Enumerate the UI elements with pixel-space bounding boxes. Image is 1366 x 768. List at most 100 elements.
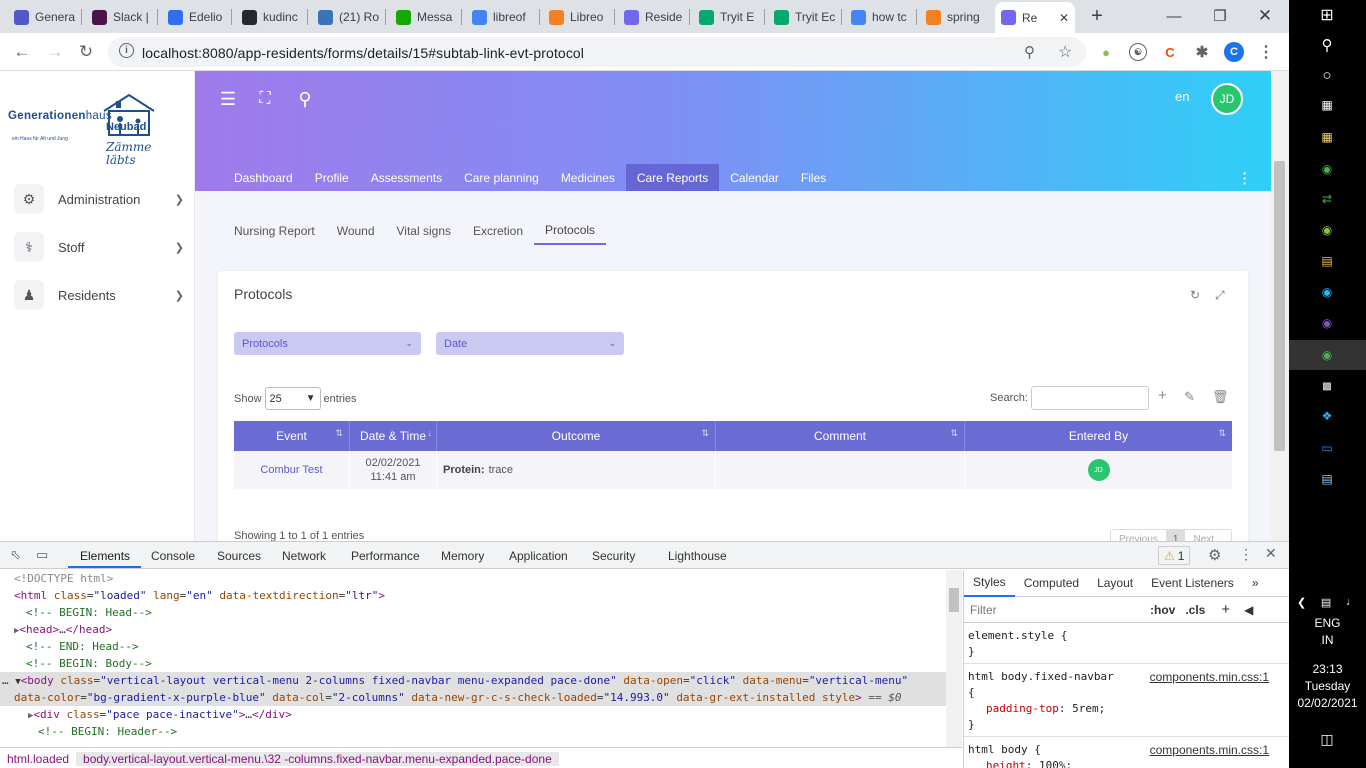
edit-icon[interactable]: ✎ xyxy=(1184,389,1195,405)
task-view-icon[interactable]: ▦ xyxy=(1318,96,1336,114)
subtab-excretion[interactable]: Excretion xyxy=(462,216,534,245)
head-node[interactable]: ▶<head>…</head> xyxy=(0,621,946,638)
devtools-tab-elements[interactable]: Elements xyxy=(80,549,130,563)
devtools-tab-memory[interactable]: Memory xyxy=(441,549,484,563)
document-icon[interactable]: ▤ xyxy=(1318,470,1336,488)
css-value[interactable]: 100%; xyxy=(1039,759,1072,768)
sidebar-item-residents[interactable]: ♟ Residents ❯ xyxy=(14,278,184,312)
hov-toggle[interactable]: :hov xyxy=(1150,603,1175,617)
event-link[interactable]: Combur Test xyxy=(260,464,322,476)
scrollbar-thumb[interactable] xyxy=(1274,161,1285,451)
android-extension-icon[interactable]: ● xyxy=(1097,43,1115,61)
more-options-icon[interactable]: · · · xyxy=(1241,166,1249,190)
tab-event-listeners[interactable]: Event Listeners xyxy=(1142,570,1243,597)
input-language[interactable]: ENG xyxy=(1289,615,1366,632)
skype-icon[interactable]: ◉ xyxy=(1318,283,1336,301)
breadcrumb-body[interactable]: body.vertical-layout.vertical-menu.\32 -… xyxy=(76,751,559,766)
browser-tab[interactable]: spring xyxy=(920,4,988,30)
settings-gear-icon[interactable]: ⚙ xyxy=(1208,546,1221,564)
browser-tab[interactable]: how tc xyxy=(845,4,913,30)
file-explorer-icon[interactable]: ▤ xyxy=(1318,252,1336,270)
subtab-vital-signs[interactable]: Vital signs xyxy=(386,216,462,245)
column-header-comment[interactable]: Comment ⇅ xyxy=(716,421,965,451)
style-rule-html-body[interactable]: html body { components.min.css:1 height:… xyxy=(964,737,1289,768)
nav-tab-care-planning[interactable]: Care planning xyxy=(453,164,550,191)
bookmark-star-icon[interactable]: ☆ xyxy=(1058,42,1072,62)
terminal-icon[interactable]: ▩ xyxy=(1318,377,1336,395)
rule-source-link[interactable]: components.min.css:1 xyxy=(1150,669,1269,685)
tab-styles[interactable]: Styles xyxy=(964,570,1015,597)
chrome-menu-icon[interactable]: ⋮ xyxy=(1257,43,1275,61)
cortana-icon[interactable]: ○ xyxy=(1318,66,1336,84)
body-node-selected[interactable]: … ▼<body class="vertical-layout vertical… xyxy=(0,672,946,689)
browser-tab[interactable]: Messa xyxy=(390,4,458,30)
maximize-button[interactable]: ❐ xyxy=(1197,0,1243,32)
browser-tab[interactable]: Edelio xyxy=(162,4,228,30)
rule-source-link[interactable]: components.min.css:1 xyxy=(1150,742,1269,758)
word-icon[interactable]: ▭ xyxy=(1318,439,1336,457)
hs-app-icon[interactable]: ◉ xyxy=(1318,221,1336,239)
fullscreen-icon[interactable]: ⛶ xyxy=(255,89,275,109)
div-pace-node[interactable]: ▶<div class="pace pace-inactive">…</div> xyxy=(0,706,946,723)
expand-icon[interactable]: ⤢ xyxy=(1215,288,1225,303)
tab-computed[interactable]: Computed xyxy=(1015,570,1088,597)
table-search-input[interactable] xyxy=(1031,386,1149,410)
devtools-tab-console[interactable]: Console xyxy=(151,549,195,563)
breadcrumb-html[interactable]: html.loaded xyxy=(0,752,76,766)
reload-button[interactable]: ↻ xyxy=(73,39,99,65)
body-node-attrs[interactable]: data-color="bg-gradient-x-purple-blue" d… xyxy=(0,689,946,706)
previous-page-button[interactable]: Previous xyxy=(1111,530,1166,542)
css-value[interactable]: 5rem; xyxy=(1072,702,1105,715)
warnings-badge[interactable]: ⚠ 1 xyxy=(1158,546,1191,565)
column-header-date-time[interactable]: Date & Time ↓ xyxy=(350,421,437,451)
date-filter-select[interactable]: Date ⌄ xyxy=(436,332,624,355)
devtools-tab-sources[interactable]: Sources xyxy=(217,549,261,563)
column-header-entered-by[interactable]: Entered By ⇅ xyxy=(965,421,1232,451)
devtools-tab-performance[interactable]: Performance xyxy=(351,549,420,563)
html-node[interactable]: <html class="loaded" lang="en" data-text… xyxy=(0,587,946,604)
comment-node[interactable]: <!-- BEGIN: Header--> xyxy=(0,723,946,740)
page-length-select[interactable]: 25 ▼ xyxy=(264,387,321,410)
comment-node[interactable]: <!-- BEGIN: Head--> xyxy=(0,604,946,621)
language-switcher[interactable]: en xyxy=(1175,89,1189,104)
search-icon[interactable]: ⚲ xyxy=(1318,36,1336,54)
dom-scrollbar[interactable] xyxy=(946,570,962,747)
dom-scroll-thumb[interactable] xyxy=(949,588,959,612)
url-field[interactable]: i localhost:8080/app-residents/forms/det… xyxy=(108,37,1086,67)
browser-tab[interactable]: Genera xyxy=(8,4,78,30)
user-avatar[interactable]: JD xyxy=(1211,83,1243,115)
browser-tab[interactable]: Reside xyxy=(618,4,686,30)
next-page-button[interactable]: Next xyxy=(1185,530,1222,542)
windows-start-icon[interactable]: ⊞ xyxy=(1318,6,1336,24)
new-tab-button[interactable]: + xyxy=(1087,0,1107,32)
doctype-line[interactable]: <!DOCTYPE html> xyxy=(0,570,946,587)
minimize-button[interactable]: — xyxy=(1151,0,1197,32)
nav-tab-dashboard[interactable]: Dashboard xyxy=(223,164,304,191)
device-toolbar-icon[interactable]: ▭ xyxy=(36,547,48,563)
nav-tab-assessments[interactable]: Assessments xyxy=(360,164,453,191)
sync-app-icon[interactable]: ⇄ xyxy=(1318,190,1336,208)
more-tabs-icon[interactable]: » xyxy=(1243,570,1268,597)
eclipse-icon[interactable]: ◉ xyxy=(1318,314,1336,332)
notification-center-icon[interactable]: ◫ xyxy=(1318,730,1336,748)
back-button[interactable]: ← xyxy=(9,39,35,65)
close-window-button[interactable]: ✕ xyxy=(1242,0,1288,32)
profile-avatar[interactable]: C xyxy=(1224,42,1244,62)
tab-layout[interactable]: Layout xyxy=(1088,570,1142,597)
column-header-outcome[interactable]: Outcome ⇅ xyxy=(437,421,716,451)
chrome-active-icon[interactable]: ◉ xyxy=(1318,346,1336,364)
comment-node[interactable]: <!-- END: Head--> xyxy=(0,638,946,655)
devtools-tab-lighthouse[interactable]: Lighthouse xyxy=(668,549,727,563)
subtab-protocols[interactable]: Protocols xyxy=(534,216,607,245)
page-scrollbar[interactable] xyxy=(1271,71,1289,541)
cls-toggle[interactable]: .cls xyxy=(1185,603,1205,617)
browser-tab[interactable]: (21) Ro xyxy=(312,4,382,30)
close-tab-icon[interactable]: ✕ xyxy=(1059,11,1069,25)
sidebar-item-stoff[interactable]: ⚕ Stoff ❯ xyxy=(14,230,184,264)
column-header-event[interactable]: Event ⇅ xyxy=(234,421,350,451)
subtab-wound[interactable]: Wound xyxy=(326,216,386,245)
nav-tab-files[interactable]: Files xyxy=(790,164,837,191)
nav-tab-care-reports[interactable]: Care Reports xyxy=(625,164,720,191)
zoom-icon[interactable]: ⚲ xyxy=(1024,43,1035,61)
browser-tab[interactable]: libreof xyxy=(466,4,536,30)
